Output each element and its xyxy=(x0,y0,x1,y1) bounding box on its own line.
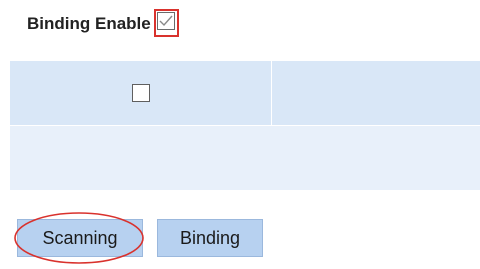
table-row xyxy=(10,125,480,190)
binding-enable-label: Binding Enable xyxy=(27,14,151,33)
binding-enable-checkbox[interactable] xyxy=(156,12,175,30)
binding-enable-checkbox-wrap xyxy=(153,9,182,39)
scanning-button[interactable]: Scanning xyxy=(14,212,144,264)
binding-button[interactable]: Binding xyxy=(157,219,263,257)
table-row xyxy=(10,61,480,125)
binding-enable-row: Binding Enable xyxy=(27,8,182,40)
action-buttons: Scanning Binding xyxy=(14,212,263,264)
scanning-button-label: Scanning xyxy=(42,227,118,248)
binding-button-label: Binding xyxy=(179,227,241,248)
row-select-checkbox[interactable] xyxy=(131,84,150,102)
checkmark-icon xyxy=(159,15,173,27)
table-cell-checkbox xyxy=(10,61,272,125)
table-cell xyxy=(272,61,480,125)
binding-table xyxy=(10,61,480,190)
